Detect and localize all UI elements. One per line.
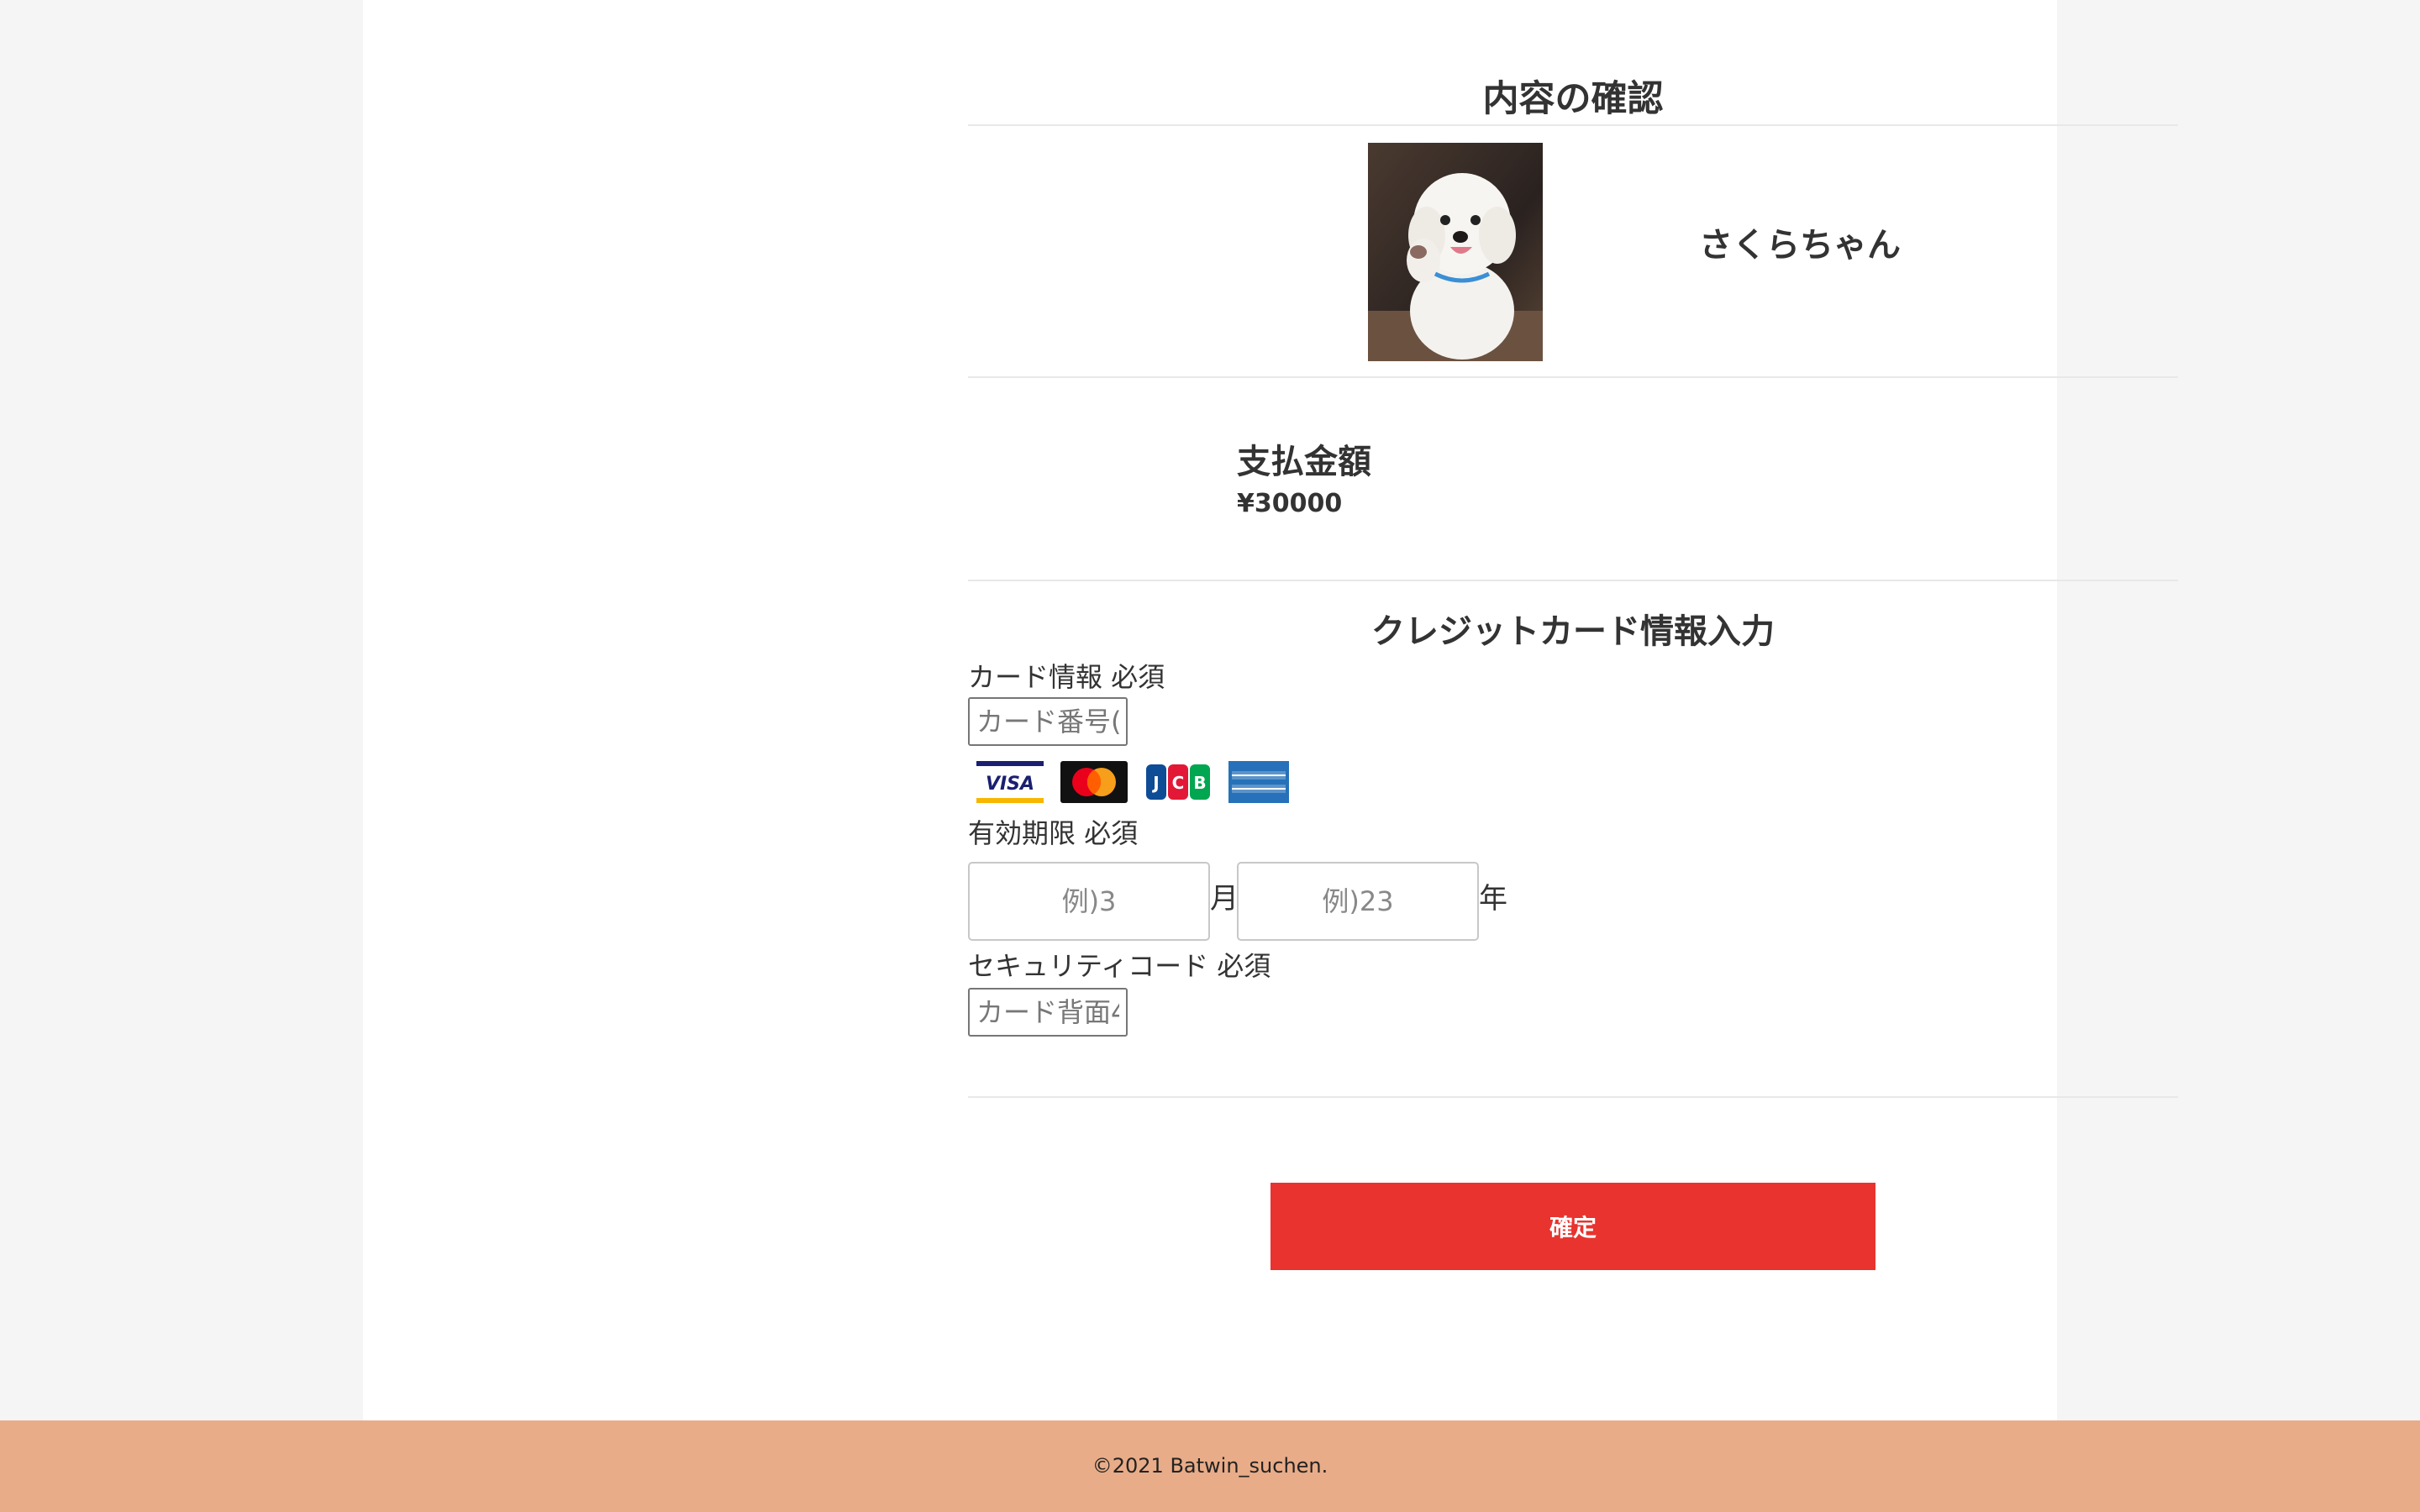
mastercard-logo-icon [1060,761,1128,803]
pet-name: さくらちゃん [1699,226,1901,265]
pet-photo [1368,143,1543,361]
confirm-button[interactable]: 確定 [1270,1183,1876,1270]
footer: ©2021 Batwin_suchen. [0,1420,2420,1512]
security-code-label: セキュリティコード 必須 [968,950,1271,982]
card-section-title: クレジットカード情報入力 [1371,612,1775,651]
copyright-text: ©2021 Batwin_suchen. [1092,1454,1328,1478]
american-express-logo-icon [1228,761,1289,803]
month-unit: 月 [1210,882,1239,916]
year-unit: 年 [1479,882,1507,916]
jcb-logo-icon: J C B [1144,761,1212,803]
divider [968,124,2178,126]
expiry-year-input[interactable] [1237,862,1479,941]
svg-text:B: B [1193,773,1206,793]
visa-logo-icon: VISA [976,761,1044,803]
svg-text:VISA: VISA [986,774,1034,795]
expiry-label: 有効期限 必須 [968,817,1139,849]
confirm-title: 内容の確認 [1482,78,1664,120]
dog-photo-icon [1368,143,1543,361]
security-code-input[interactable] [968,988,1128,1037]
expiry-month-input[interactable] [968,862,1210,941]
payment-label: 支払金額 [1237,443,1371,481]
divider [968,376,2178,378]
card-info-label: カード情報 必須 [968,661,1165,693]
svg-text:J: J [1151,773,1159,793]
payment-amount: ¥30000 [1237,489,1343,518]
divider [968,1096,2178,1098]
svg-text:C: C [1172,773,1185,793]
card-number-input[interactable] [968,697,1128,746]
divider [968,580,2178,581]
main-panel: 内容の確認 さくらちゃん 支払金額 ¥30000 クレジットカード情報入力 カー… [363,0,2178,1420]
